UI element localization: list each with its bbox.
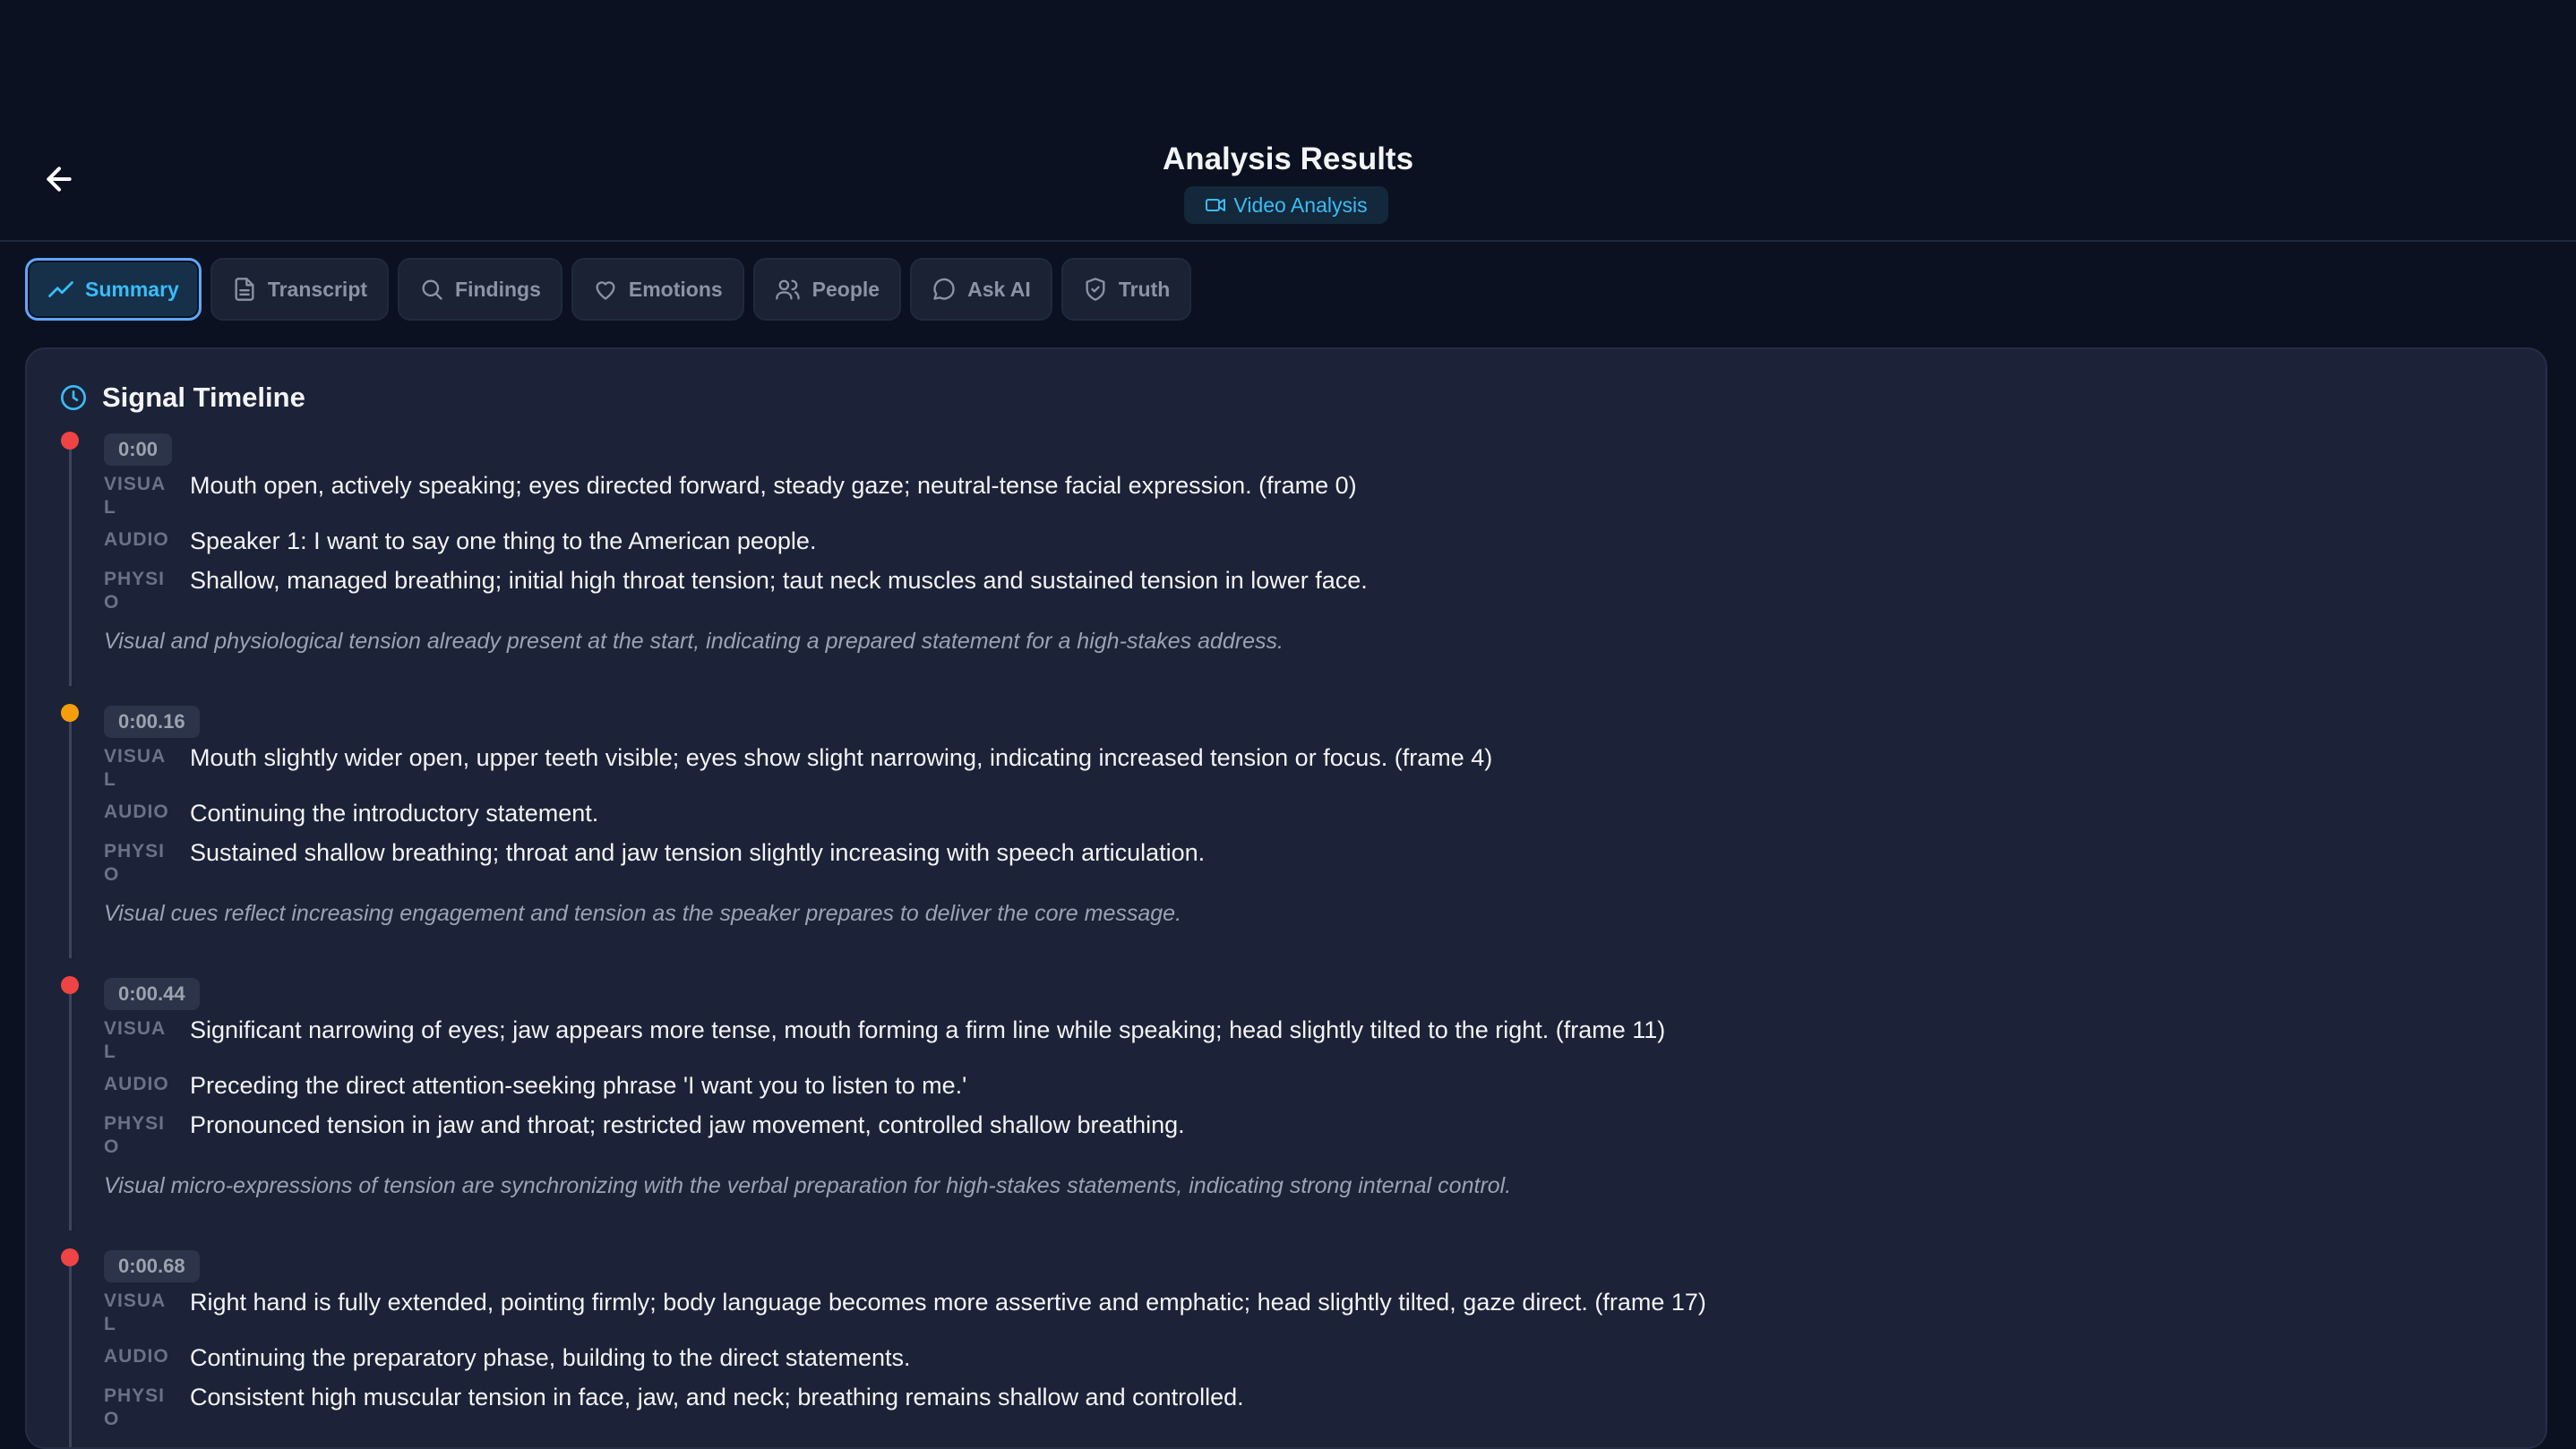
audio-label: AUDIO bbox=[104, 1346, 169, 1367]
tab-label: Findings bbox=[455, 277, 541, 301]
tab-transcript[interactable]: Transcript bbox=[210, 258, 390, 321]
timestamp-chip: 0:00 bbox=[104, 433, 173, 466]
severity-dot bbox=[61, 976, 79, 994]
tab-label: Ask AI bbox=[967, 277, 1031, 301]
analysis-note: Visual micro-expressions of tension are … bbox=[104, 1173, 1512, 1198]
panel-title: Signal Timeline bbox=[102, 382, 305, 413]
physio-text: Sustained shallow breathing; throat and … bbox=[190, 839, 1206, 866]
tab-label: Emotions bbox=[628, 277, 723, 301]
audio-text: Continuing the preparatory phase, buildi… bbox=[190, 1344, 911, 1371]
visual-text: Significant narrowing of eyes; jaw appea… bbox=[190, 1016, 1666, 1043]
tab-truth[interactable]: Truth bbox=[1060, 258, 1192, 321]
physio-text: Pronounced tension in jaw and throat; re… bbox=[190, 1111, 1185, 1138]
tab-label: People bbox=[811, 277, 880, 301]
visual-text: Mouth slightly wider open, upper teeth v… bbox=[190, 744, 1493, 771]
physio-label: PHYSIO bbox=[104, 569, 166, 613]
physio-text: Consistent high muscular tension in face… bbox=[190, 1384, 1244, 1410]
timestamp-chip: 0:00.44 bbox=[104, 978, 200, 1010]
audio-label: AUDIO bbox=[104, 802, 169, 822]
tab-findings[interactable]: Findings bbox=[398, 258, 562, 321]
timeline-line bbox=[69, 722, 72, 958]
tab-label: Transcript bbox=[267, 277, 368, 301]
visual-label: VISUAL bbox=[104, 474, 167, 518]
tab-label: Truth bbox=[1118, 277, 1171, 301]
physio-label: PHYSIO bbox=[104, 1113, 166, 1157]
tab-ask-ai[interactable]: Ask AI bbox=[910, 258, 1052, 321]
audio-text: Continuing the introductory statement. bbox=[190, 800, 599, 827]
visual-label: VISUAL bbox=[104, 1290, 167, 1334]
tab-label: Summary bbox=[85, 277, 179, 301]
panel-header: Signal Timeline bbox=[59, 382, 305, 414]
clock-icon bbox=[61, 385, 86, 410]
physio-text: Shallow, managed breathing; initial high… bbox=[190, 567, 1368, 594]
audio-label: AUDIO bbox=[104, 529, 169, 550]
tab-emotions[interactable]: Emotions bbox=[571, 258, 744, 321]
header: Analysis Results Video Analysis bbox=[0, 0, 2576, 242]
heart-icon bbox=[596, 281, 615, 300]
visual-label: VISUAL bbox=[104, 746, 167, 790]
document-icon bbox=[235, 278, 254, 301]
page-title: Analysis Results bbox=[1162, 141, 1414, 176]
timestamp-chip: 0:00.68 bbox=[104, 1250, 200, 1282]
audio-text: Preceding the direct attention-seeking p… bbox=[190, 1072, 967, 1099]
search-icon bbox=[422, 279, 442, 300]
severity-dot bbox=[61, 432, 79, 450]
visual-text: Right hand is fully extended, pointing f… bbox=[190, 1289, 1706, 1316]
audio-text: Speaker 1: I want to say one thing to th… bbox=[190, 527, 817, 554]
timeline-line bbox=[69, 994, 72, 1230]
severity-dot bbox=[61, 704, 79, 722]
trend-line-icon bbox=[48, 281, 73, 297]
timeline-line bbox=[69, 450, 72, 686]
physio-label: PHYSIO bbox=[104, 841, 166, 885]
tab-people[interactable]: People bbox=[752, 258, 902, 321]
video-camera-icon bbox=[1206, 199, 1226, 211]
timestamp-chip: 0:00.16 bbox=[104, 706, 200, 738]
severity-dot bbox=[61, 1248, 79, 1266]
analysis-note: Visual cues reflect increasing engagemen… bbox=[104, 901, 1182, 926]
audio-label: AUDIO bbox=[104, 1074, 169, 1094]
tab-bar: Summary Transcript Findings Emotions Peo… bbox=[25, 258, 1192, 321]
people-icon bbox=[775, 279, 800, 300]
analysis-type-badge: Video Analysis bbox=[1184, 186, 1388, 224]
badge-label: Video Analysis bbox=[1233, 193, 1368, 217]
signal-timeline-panel: Signal Timeline 0:00 VISUAL Mouth open, … bbox=[25, 347, 2547, 1449]
tab-summary[interactable]: Summary bbox=[25, 258, 202, 321]
analysis-note: Visual and physiological tension already… bbox=[104, 629, 1284, 654]
physio-label: PHYSIO bbox=[104, 1385, 166, 1429]
visual-label: VISUAL bbox=[104, 1018, 167, 1062]
chat-bubble-icon bbox=[933, 278, 955, 300]
shield-check-icon bbox=[1086, 278, 1105, 301]
visual-text: Mouth open, actively speaking; eyes dire… bbox=[190, 472, 1357, 499]
timeline-line bbox=[69, 1266, 72, 1447]
